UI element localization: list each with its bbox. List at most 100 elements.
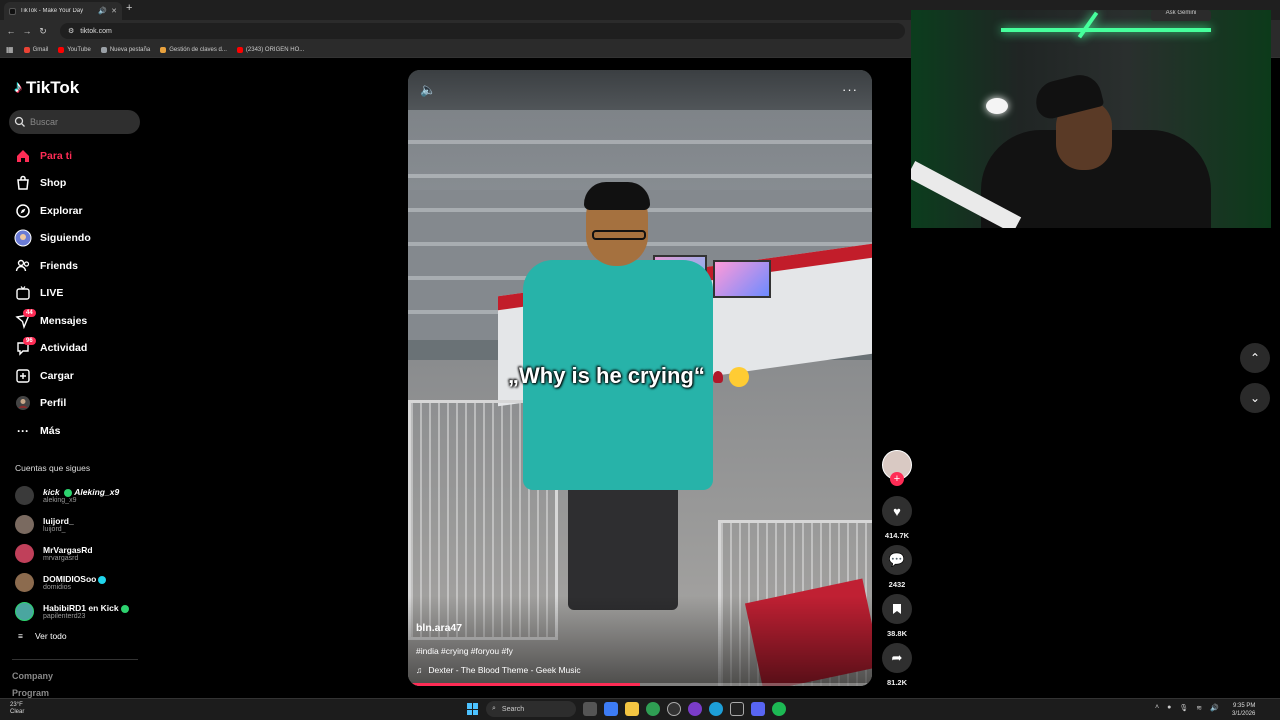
bookmark-new-tab[interactable]: Nueva pestaña [100,46,150,53]
tiktok-logo[interactable]: ♪ TikTok [14,78,79,98]
chevron-up-icon: ⌃ [1249,351,1261,365]
volume-icon[interactable]: 🔈 [420,82,436,98]
video-progress-fill [408,683,640,686]
save-button[interactable]: 38.8K [882,594,912,638]
url-field[interactable]: ⚙ tiktok.com [60,23,905,39]
taskbar-apps: ⌕ Search [467,701,786,717]
webcam-lamp [986,98,1008,114]
program-link[interactable]: Program [12,688,49,698]
comment-button[interactable]: 💬 2432 [882,545,912,589]
live-icon [14,284,32,302]
following-item[interactable]: kick Aleking_x9 aleking_x9 [15,481,129,510]
audio-playing-icon[interactable]: 🔊 [98,7,107,15]
tab-title: TikTok - Make Your Day [20,8,84,14]
youtube-icon [236,46,243,53]
nav-item-cargar[interactable]: Cargar [14,362,91,390]
mic-icon[interactable]: 🎙 [1179,704,1188,712]
video-caption-overlay: „Why is he crying“ [508,363,749,389]
nav-item-perfil[interactable]: Perfil [14,390,91,418]
bookmark-youtube[interactable]: YouTube [58,46,91,53]
like-button[interactable]: ♥ 414.7K [882,496,912,540]
avatar [15,486,34,505]
file-explorer-icon[interactable] [625,702,639,716]
youtube-icon [58,46,65,53]
edge-icon[interactable] [709,702,723,716]
chevron-up-icon[interactable]: ˄ [1155,704,1159,712]
chrome-icon [100,46,107,53]
see-all-button[interactable]: ≡ Ver todo [18,631,67,641]
video-author[interactable]: bln.ara47 [416,622,462,634]
windows-start-icon[interactable] [467,703,479,715]
ask-gemini-button[interactable]: Ask Gemini [1151,10,1211,21]
video-frame-person-pants [568,480,678,610]
tiktok-favicon-icon [9,7,16,15]
webcam-neon-light [1001,28,1211,32]
video-progress-bar[interactable] [408,683,872,686]
weather-widget[interactable]: 23°F Clear [10,702,24,716]
forward-arrow-icon[interactable]: → [19,26,35,36]
browser-tab[interactable]: TikTok - Make Your Day 🔊 ✕ [4,2,122,20]
copilot-icon[interactable] [604,702,618,716]
nav-item-live[interactable]: LIVE [14,280,91,308]
share-button[interactable]: ➦ 81.2K [882,643,912,687]
discord-icon[interactable] [751,702,765,716]
profile-icon [14,394,32,412]
verified-badge-icon [98,575,107,584]
tiktok-sidebar: ♪ TikTok Buscar Para ti Shop Explorar Si… [0,58,150,698]
live-dot-icon [120,604,129,613]
spotify-icon[interactable] [772,702,786,716]
bookmark-password-manager[interactable]: Gestión de claves d... [160,46,227,53]
company-link[interactable]: Company [12,671,53,681]
live-dot-icon [63,488,72,497]
chrome-icon[interactable] [646,702,660,716]
site-info-icon[interactable]: ⚙ [68,27,74,35]
previous-video-button[interactable]: ⌃ [1240,343,1270,373]
compass-icon [14,202,32,220]
bookmark-gmail[interactable]: Gmail [23,46,48,53]
following-item[interactable]: MrVargasRd mrvargasrd [15,539,129,568]
avatar [15,544,34,563]
taskbar-search[interactable]: ⌕ Search [486,701,576,717]
apps-grid-icon[interactable]: ▦ [6,45,14,54]
comment-count: 2432 [888,580,906,589]
messages-badge: 44 [23,309,36,317]
following-item[interactable]: DOMIDIOSoo domidios [15,568,129,597]
following-item[interactable]: luijord_ luijord_ [15,510,129,539]
nav-item-mas[interactable]: ··· Más [14,417,91,445]
search-icon [14,116,25,127]
app-icon[interactable] [730,702,744,716]
main-nav: Para ti Shop Explorar Siguiendo Friends … [14,142,91,445]
reload-icon[interactable]: ↻ [35,26,51,37]
tray-app-icon[interactable]: ● [1167,704,1171,712]
nav-item-para-ti[interactable]: Para ti [14,142,91,170]
nav-item-explorar[interactable]: Explorar [14,197,91,225]
bookmark-origen[interactable]: (2343) ORIGEN HO... [236,46,304,53]
more-options-icon[interactable]: ··· [842,82,858,97]
next-video-button[interactable]: ⌄ [1240,383,1270,413]
following-item[interactable]: HabibiRD1 en Kick papilenterd23 [15,597,129,626]
friends-icon [14,257,32,275]
video-frame-person-hair [584,182,650,210]
new-tab-button[interactable]: + [126,2,132,14]
task-view-icon[interactable] [583,702,597,716]
video-player[interactable]: „Why is he crying“ 🔈 ··· bln.ara47 #indi… [408,70,872,686]
obs-icon[interactable] [667,702,681,716]
follow-plus-icon[interactable]: + [890,472,904,486]
back-arrow-icon[interactable]: ← [3,26,19,36]
video-music[interactable]: ♫ Dexter - The Blood Theme - Geek Music [416,665,581,675]
volume-icon[interactable]: 🔊 [1210,704,1219,712]
save-count: 38.8K [886,629,907,638]
nav-item-siguiendo[interactable]: Siguiendo [14,225,91,253]
nav-item-friends[interactable]: Friends [14,252,91,280]
video-hashtags[interactable]: #india #crying #foryou #fy [416,646,513,656]
close-tab-icon[interactable]: ✕ [111,7,117,15]
nav-item-actividad[interactable]: 96 Actividad [14,335,91,363]
nav-item-mensajes[interactable]: 44 Mensajes [14,307,91,335]
search-input[interactable]: Buscar [9,110,140,134]
app-icon[interactable] [688,702,702,716]
key-icon [160,46,167,53]
wifi-icon[interactable]: ≋ [1196,704,1202,712]
following-list: kick Aleking_x9 aleking_x9 luijord_ luij… [15,481,129,626]
system-clock[interactable]: 9:35 PM 3/1/2026 [1232,702,1255,718]
nav-item-shop[interactable]: Shop [14,170,91,198]
